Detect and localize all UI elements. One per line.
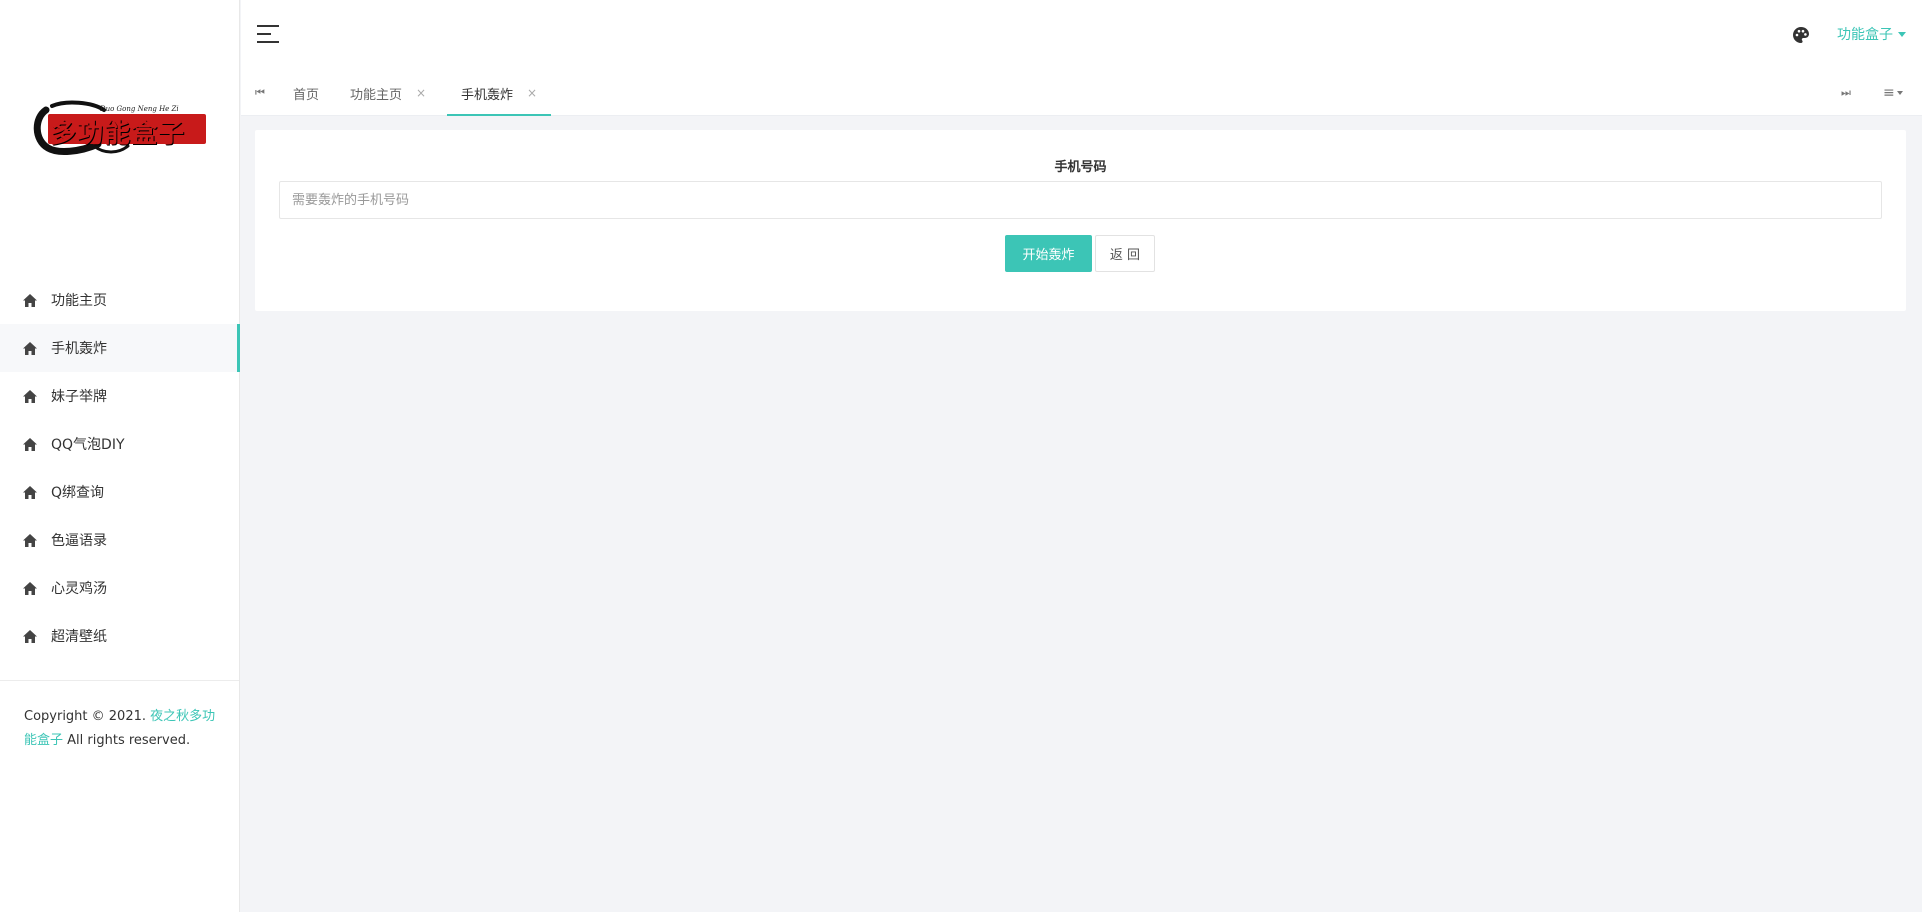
sidebar-item-function-home[interactable]: 功能主页	[0, 276, 240, 324]
sidebar-item-label: 色逼语录	[51, 533, 107, 549]
copyright-suffix: All rights reserved.	[67, 733, 191, 748]
tab-label: 手机轰炸	[461, 87, 514, 103]
tabs-bar: ⏮ 首页 功能主页 × 手机轰炸 × ⏭ ≡	[241, 70, 1922, 116]
home-icon	[23, 341, 37, 355]
back-button[interactable]: 返 回	[1095, 235, 1155, 272]
sidebar-item-phone-bomb[interactable]: 手机轰炸	[0, 324, 240, 372]
sidebar-item-label: Q绑查询	[51, 485, 105, 501]
home-icon	[23, 629, 37, 643]
sidebar-item-label: 妹子举牌	[51, 389, 107, 405]
home-icon	[23, 389, 37, 403]
sidebar-item-label: 手机轰炸	[51, 341, 107, 357]
chevron-down-icon	[1898, 31, 1906, 37]
tab-home[interactable]: 首页	[293, 70, 319, 116]
sidebar-item-label: 功能主页	[51, 293, 107, 309]
chevron-down-icon	[1896, 91, 1903, 95]
hamburger-icon[interactable]	[257, 25, 279, 43]
phone-form-card: 手机号码 开始轰炸 返 回	[255, 130, 1906, 311]
tab-menu-button[interactable]: ≡	[1883, 85, 1903, 101]
sidebar-divider	[0, 680, 239, 681]
sidebar-item-chicken-soup[interactable]: 心灵鸡汤	[0, 564, 240, 612]
sidebar-nav: 功能主页 手机轰炸 妹子举牌 QQ气泡DIY Q绑查询 色逼语录 心灵鸡汤 超清…	[0, 276, 240, 660]
skip-last-icon[interactable]: ⏭	[1841, 86, 1851, 100]
home-icon	[23, 485, 37, 499]
tab-label: 首页	[293, 87, 320, 103]
close-icon[interactable]: ×	[416, 86, 426, 100]
home-icon	[23, 581, 37, 595]
copyright-prefix: Copyright © 2021.	[24, 709, 147, 724]
phone-input[interactable]	[279, 181, 1882, 219]
start-bomb-button[interactable]: 开始轰炸	[1005, 235, 1092, 272]
sidebar-item-label: QQ气泡DIY	[51, 437, 125, 453]
top-header: 功能盒子	[241, 0, 1922, 70]
logo[interactable]: 多功能盒子 Duo Gong Neng He Zi	[32, 96, 210, 158]
sidebar-item-quotes[interactable]: 色逼语录	[0, 516, 240, 564]
home-icon	[23, 437, 37, 451]
phone-label: 手机号码	[1054, 160, 1107, 175]
sidebar-item-wallpaper[interactable]: 超清壁纸	[0, 612, 240, 660]
list-menu-icon: ≡	[1883, 85, 1895, 101]
sidebar: 多功能盒子 Duo Gong Neng He Zi 功能主页 手机轰炸 妹子举牌…	[0, 0, 240, 912]
close-icon[interactable]: ×	[527, 86, 537, 100]
tab-label: 功能主页	[350, 87, 403, 103]
app-root: 多功能盒子 Duo Gong Neng He Zi 功能主页 手机轰炸 妹子举牌…	[0, 0, 1922, 912]
tab-function-home[interactable]: 功能主页 ×	[350, 70, 426, 116]
user-menu[interactable]: 功能盒子	[1837, 24, 1906, 44]
user-menu-label: 功能盒子	[1837, 27, 1893, 43]
sidebar-item-label: 心灵鸡汤	[51, 581, 107, 597]
home-icon	[23, 533, 37, 547]
home-icon	[23, 293, 37, 307]
copyright: Copyright © 2021. 夜之秋多功能盒子 All rights re…	[24, 705, 224, 753]
sidebar-item-q-bind-query[interactable]: Q绑查询	[0, 468, 240, 516]
sidebar-item-label: 超清壁纸	[51, 629, 107, 645]
skip-first-icon[interactable]: ⏮	[255, 86, 265, 100]
sidebar-item-girl-sign[interactable]: 妹子举牌	[0, 372, 240, 420]
logo-script-text: Duo Gong Neng He Zi	[100, 105, 179, 113]
sidebar-item-qq-bubble[interactable]: QQ气泡DIY	[0, 420, 240, 468]
palette-icon[interactable]	[1792, 26, 1810, 44]
logo-text: 多功能盒子	[50, 119, 186, 149]
tab-phone-bomb[interactable]: 手机轰炸 ×	[447, 70, 552, 116]
